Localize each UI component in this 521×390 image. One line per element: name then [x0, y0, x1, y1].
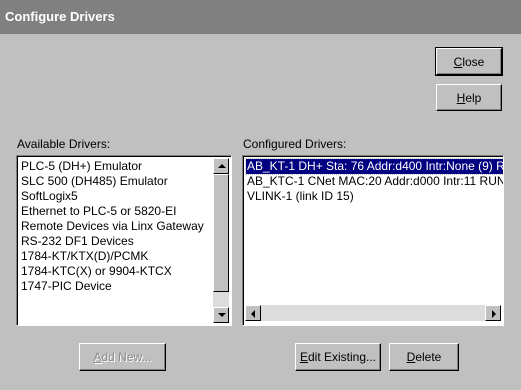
available-driver-item[interactable]: SLC 500 (DH485) Emulator — [20, 174, 204, 189]
scroll-left-arrow-icon — [251, 310, 255, 318]
help-button[interactable]: Help — [436, 84, 502, 111]
close-label: lose — [462, 55, 485, 69]
available-driver-item[interactable]: RS-232 DF1 Devices — [20, 234, 204, 249]
available-driver-item[interactable]: SoftLogix5 — [20, 189, 204, 204]
available-drivers-list[interactable]: PLC-5 (DH+) Emulator SLC 500 (DH485) Emul… — [16, 155, 232, 326]
edit-existing-label: dit Existing... — [307, 350, 377, 364]
scroll-right-button[interactable] — [485, 305, 501, 321]
available-drivers-items: PLC-5 (DH+) Emulator SLC 500 (DH485) Emul… — [20, 159, 204, 294]
delete-button[interactable]: Delete — [389, 343, 459, 371]
configured-drivers-list[interactable]: AB_KT-1 DH+ Sta: 76 Addr:d400 Intr:None … — [242, 155, 504, 326]
scroll-up-button[interactable] — [213, 158, 229, 174]
add-new-label: dd New... — [101, 350, 152, 364]
help-label: elp — [465, 91, 482, 105]
horizontal-scrollbar[interactable] — [245, 305, 501, 321]
available-driver-item[interactable]: 1784-KTC(X) or 9904-KTCX — [20, 264, 204, 279]
edit-existing-button[interactable]: Edit Existing... — [295, 343, 381, 371]
window-title: Configure Drivers — [5, 9, 115, 24]
available-driver-item[interactable]: PLC-5 (DH+) Emulator — [20, 159, 204, 174]
configured-driver-item[interactable]: AB_KTC-1 CNet MAC:20 Addr:d000 Intr:11 R… — [246, 174, 503, 189]
configured-drivers-label: Configured Drivers: — [243, 137, 347, 151]
scroll-down-arrow-icon — [218, 313, 226, 317]
delete-label: elete — [415, 350, 442, 364]
scroll-right-arrow-icon — [492, 310, 496, 318]
scroll-down-button[interactable] — [213, 307, 229, 323]
scroll-up-arrow-icon — [218, 164, 226, 168]
delete-mnemonic: D — [406, 350, 416, 364]
add-new-button[interactable]: Add New... — [79, 343, 166, 371]
title-bar: Configure Drivers — [0, 0, 521, 34]
edit-existing-mnemonic: E — [299, 350, 308, 364]
close-button[interactable]: Close — [435, 47, 503, 76]
vertical-scrollbar[interactable] — [213, 158, 229, 323]
available-driver-item[interactable]: Ethernet to PLC-5 or 5820-EI — [20, 204, 204, 219]
available-driver-item[interactable]: Remote Devices via Linx Gateway — [20, 219, 204, 234]
available-drivers-label: Available Drivers: — [17, 137, 111, 151]
available-driver-item[interactable]: 1747-PIC Device — [20, 279, 204, 294]
configured-driver-item[interactable]: VLINK-1 (link ID 15) — [246, 189, 503, 204]
configured-driver-item[interactable]: AB_KT-1 DH+ Sta: 76 Addr:d400 Intr:None … — [244, 158, 503, 175]
scroll-thumb[interactable] — [213, 174, 229, 292]
available-driver-item[interactable]: 1784-KT/KTX(D)/PCMK — [20, 249, 204, 264]
configured-drivers-items: AB_KT-1 DH+ Sta: 76 Addr:d400 Intr:None … — [244, 158, 503, 204]
scroll-left-button[interactable] — [245, 305, 261, 321]
